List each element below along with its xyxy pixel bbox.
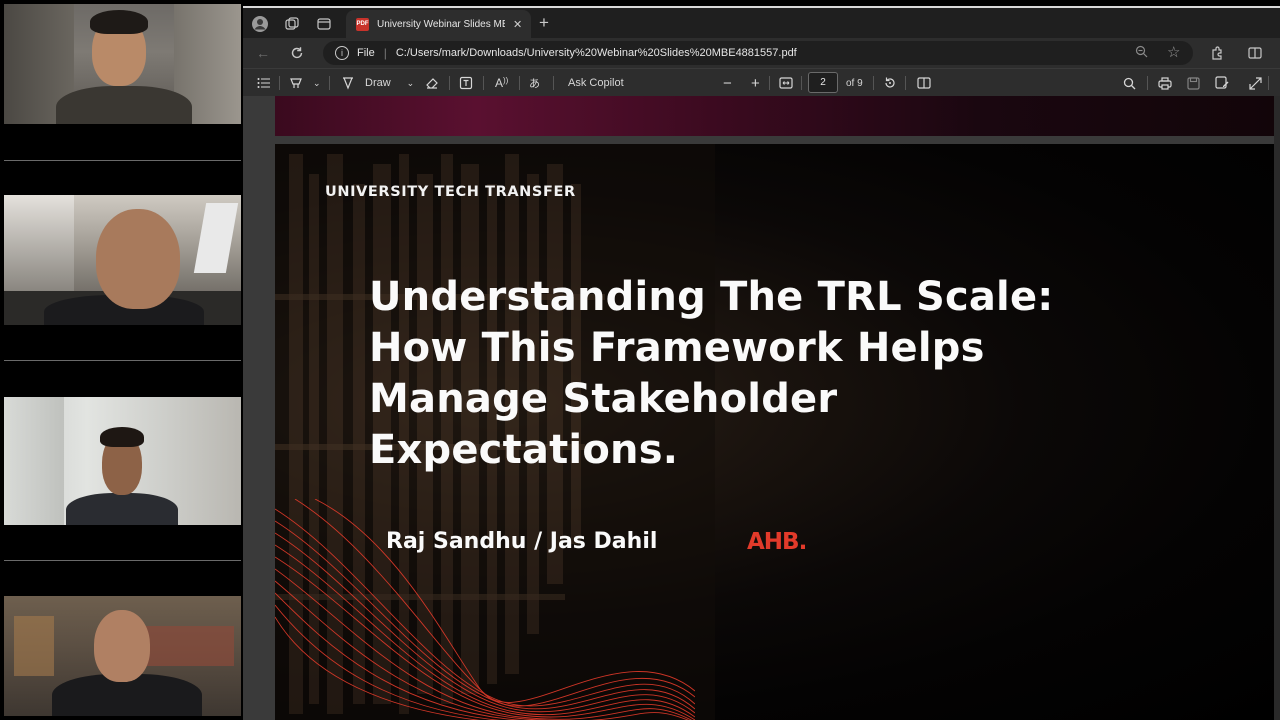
- split-screen-icon[interactable]: [1243, 42, 1267, 64]
- red-wave-lines-decoration: [275, 499, 695, 720]
- participant-silhouette: [56, 86, 192, 124]
- fullscreen-icon[interactable]: [1249, 74, 1262, 92]
- previous-page-bottom: [275, 96, 1280, 136]
- toolbar-divider: [769, 76, 770, 90]
- page-view-icon[interactable]: [917, 74, 931, 92]
- save-as-icon[interactable]: [1215, 74, 1229, 92]
- url-field[interactable]: i File | C:/Users/mark/Downloads/Univers…: [323, 41, 1193, 65]
- add-text-icon[interactable]: [459, 74, 473, 92]
- ask-copilot-label: Ask Copilot: [568, 77, 624, 89]
- participant-silhouette: [66, 493, 178, 525]
- screen: PDF University Webinar Slides MBE4881557…: [0, 0, 1280, 720]
- participant-video-tile[interactable]: [4, 397, 241, 525]
- url-separator: |: [383, 46, 387, 60]
- divider: [4, 160, 241, 161]
- tab-actions-icon[interactable]: [313, 13, 335, 35]
- save-icon[interactable]: [1187, 74, 1200, 92]
- url-scheme-label: File: [357, 47, 375, 59]
- slide-title-line: Expectations.: [369, 427, 679, 473]
- participant-video-tile[interactable]: [4, 195, 241, 325]
- chevron-down-icon[interactable]: ⌄: [313, 78, 321, 89]
- print-icon[interactable]: [1158, 74, 1172, 92]
- participant-face: [96, 209, 180, 309]
- vertical-scrollbar[interactable]: [1274, 96, 1280, 720]
- rotate-icon[interactable]: [883, 74, 897, 92]
- slide-title: Understanding The TRL Scale: How This Fr…: [369, 272, 1129, 476]
- toolbar-divider: [483, 76, 484, 90]
- toolbar-divider: [873, 76, 874, 90]
- toolbar-divider: [1147, 76, 1148, 90]
- draw-label: Draw: [365, 77, 391, 89]
- extensions-icon[interactable]: [1205, 42, 1229, 64]
- workspaces-icon[interactable]: [281, 13, 303, 35]
- toolbar-divider: [905, 76, 906, 90]
- favorite-star-icon[interactable]: ☆: [1167, 43, 1180, 61]
- participant-video-column: [0, 0, 243, 720]
- new-tab-button[interactable]: +: [539, 12, 549, 34]
- tab-active-pdf[interactable]: PDF University Webinar Slides MBE4881557…: [346, 10, 531, 38]
- slide-kicker: UNIVERSITY TECH TRANSFER: [325, 184, 576, 200]
- url-text: C:/Users/mark/Downloads/University%20Web…: [395, 47, 797, 59]
- site-info-icon[interactable]: i: [335, 46, 349, 60]
- address-bar-row: ← i File | C:/Users/mark/Downloads/Unive…: [243, 38, 1280, 68]
- search-icon[interactable]: [1123, 74, 1136, 92]
- pdf-page-slide: UNIVERSITY TECH TRANSFER Understanding T…: [275, 144, 1280, 720]
- fit-page-icon[interactable]: [779, 74, 793, 92]
- read-aloud-icon[interactable]: A)): [495, 74, 508, 92]
- chevron-down-icon[interactable]: ⌄: [407, 78, 415, 89]
- profile-icon[interactable]: [249, 13, 271, 35]
- translate-icon[interactable]: あ: [529, 74, 540, 92]
- zoom-out-button[interactable]: −: [723, 74, 732, 92]
- ask-copilot-button[interactable]: Ask Copilot: [568, 74, 624, 92]
- draw-button[interactable]: Draw ⌄: [341, 74, 414, 92]
- toolbar-divider: [329, 76, 330, 90]
- browser-window: PDF University Webinar Slides MBE4881557…: [243, 6, 1280, 720]
- slide-title-line: Understanding The TRL Scale:: [369, 274, 1054, 320]
- toolbar-divider: [553, 76, 554, 90]
- page-total-label: of 9: [846, 77, 863, 89]
- zoom-icon[interactable]: [1135, 45, 1148, 61]
- toolbar-divider: [279, 76, 280, 90]
- slide-title-line: Manage Stakeholder: [369, 376, 838, 422]
- toolbar-divider: [519, 76, 520, 90]
- pdf-toolbar: ⌄ Draw ⌄ A)) あ Ask Copilot − + 2 of 9: [243, 68, 1280, 96]
- highlight-tool-button[interactable]: ⌄: [289, 74, 321, 92]
- company-logo: AHB.: [747, 529, 807, 555]
- pdf-viewer[interactable]: UNIVERSITY TECH TRANSFER Understanding T…: [243, 96, 1280, 720]
- toolbar-divider: [801, 76, 802, 90]
- divider: [4, 360, 241, 361]
- slide-title-line: How This Framework Helps: [369, 325, 985, 371]
- toolbar-divider: [1268, 76, 1269, 90]
- refresh-button[interactable]: [285, 42, 309, 64]
- participant-video-tile[interactable]: [4, 4, 241, 124]
- divider: [4, 560, 241, 561]
- close-tab-icon[interactable]: ✕: [513, 18, 522, 31]
- page-number-input[interactable]: 2: [808, 72, 838, 93]
- participant-face: [94, 610, 150, 682]
- tab-title: University Webinar Slides MBE4881557.pdf: [377, 18, 505, 30]
- eraser-icon[interactable]: [425, 74, 439, 92]
- back-button[interactable]: ←: [251, 42, 275, 64]
- participant-video-tile[interactable]: [4, 596, 241, 716]
- zoom-in-button[interactable]: +: [751, 74, 760, 92]
- tab-strip: PDF University Webinar Slides MBE4881557…: [243, 8, 1280, 38]
- contents-icon[interactable]: [257, 74, 271, 92]
- toolbar-divider: [449, 76, 450, 90]
- pdf-favicon-icon: PDF: [356, 17, 369, 31]
